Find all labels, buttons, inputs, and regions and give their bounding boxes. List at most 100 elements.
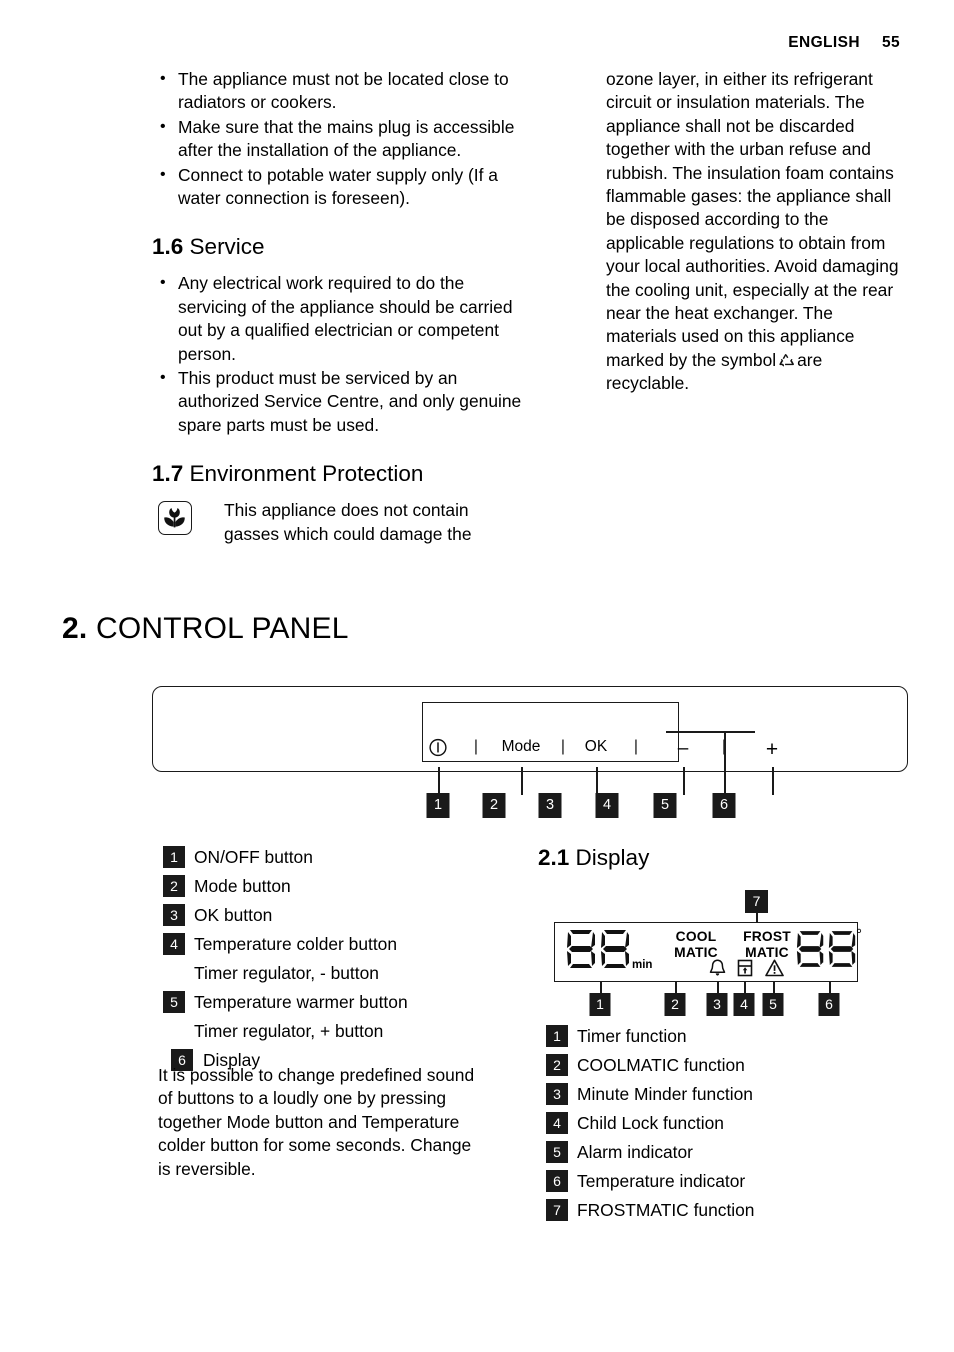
separator: |: [633, 738, 639, 755]
tulip-flower-icon: [158, 501, 192, 536]
callout-5: 5: [653, 793, 677, 818]
service-bullet-list: Any electrical work required to do the s…: [152, 271, 524, 437]
manual-page: ENGLISH55 The appliance must not be loca…: [0, 0, 954, 1352]
sound-change-note: It is possible to change predefined soun…: [158, 1065, 475, 1179]
header-page-number: 55: [881, 34, 900, 51]
legend-number: 1: [163, 846, 185, 868]
legend-number: 6: [546, 1170, 568, 1192]
section-number: 1.6: [152, 234, 184, 260]
section-heading-service: 1.6 Service: [152, 232, 524, 262]
child-lock-icon: [737, 959, 753, 982]
installation-bullet-list: The appliance must not be located close …: [152, 67, 524, 210]
timer-digits: [566, 928, 632, 975]
legend-label: FROSTMATIC function: [577, 1200, 755, 1220]
callout-1: 1: [426, 793, 450, 818]
frostmatic-label: FROST MATIC: [732, 929, 802, 960]
list-item: Make sure that the mains plug is accessi…: [152, 115, 524, 163]
chapter-number: 2.: [62, 612, 88, 645]
section-number: 1.7: [152, 461, 184, 487]
control-panel-diagram: | Mode | OK | – | + 1 2 3 4 5 6: [152, 686, 908, 818]
legend-item: 7 FROSTMATIC function: [546, 1196, 876, 1225]
coolmatic-line1: COOL: [675, 929, 717, 944]
legend-number: 3: [546, 1083, 568, 1105]
ok-button[interactable]: OK: [585, 738, 607, 756]
legend-item: 1 ON/OFF button: [163, 843, 503, 872]
control-panel-legend: 1 ON/OFF button 2 Mode button 3 OK butto…: [163, 843, 503, 1075]
list-item: This product must be serviced by an auth…: [152, 366, 524, 437]
callout-2: 2: [482, 793, 506, 818]
legend-item: 3 Minute Minder function: [546, 1080, 876, 1109]
legend-label: Minute Minder function: [577, 1084, 753, 1104]
legend-item-sub: Timer regulator, - button: [163, 959, 503, 988]
display-callout-2: 2: [664, 993, 686, 1016]
callout-stem: [744, 982, 746, 993]
legend-number: 5: [163, 991, 185, 1013]
legend-label: Temperature indicator: [577, 1171, 746, 1191]
legend-item: 6 Temperature indicator: [546, 1167, 876, 1196]
legend-number: 7: [546, 1199, 568, 1221]
warning-triangle-icon: [765, 959, 784, 982]
legend-label: Timer regulator, + button: [194, 1021, 384, 1041]
environment-note-text: This appliance does not contain gasses w…: [224, 500, 472, 544]
right-column: ozone layer, in either its refrigerant c…: [606, 68, 906, 396]
callout-stem: [675, 982, 677, 993]
bell-icon: [709, 959, 726, 982]
temperature-warmer-button[interactable]: +: [766, 738, 778, 762]
callout-stem: [829, 982, 831, 993]
display-callout-3: 3: [706, 993, 728, 1016]
legend-label: COOLMATIC function: [577, 1055, 745, 1075]
environment-continuation: ozone layer, in either its refrigerant c…: [606, 68, 906, 396]
legend-label: Temperature colder button: [194, 934, 398, 954]
degree-symbol: °: [856, 926, 862, 943]
callout-3: 3: [538, 793, 562, 818]
display-callout-5: 5: [762, 993, 784, 1016]
callout-6: 6: [712, 793, 736, 818]
callout-stem: [773, 982, 775, 993]
section-title: Environment Protection: [189, 461, 424, 487]
section-heading-display: 2.1 Display: [538, 845, 649, 871]
timer-unit-label: min: [632, 959, 653, 971]
onoff-button[interactable]: [429, 738, 448, 759]
temperature-colder-button[interactable]: –: [678, 738, 689, 760]
recycling-icon: [778, 352, 795, 369]
separator: |: [560, 738, 566, 755]
legend-item: 2 COOLMATIC function: [546, 1051, 876, 1080]
legend-number: 4: [163, 933, 185, 955]
legend-label: Timer regulator, - button: [194, 963, 379, 983]
display-callout-6: 6: [818, 993, 840, 1016]
callout-stem: [521, 767, 523, 795]
legend-label: OK button: [194, 905, 273, 925]
legend-number: 3: [163, 904, 185, 926]
legend-number: 5: [546, 1141, 568, 1163]
legend-item: 2 Mode button: [163, 872, 503, 901]
frostmatic-line2: MATIC: [745, 944, 789, 960]
header-language: ENGLISH: [788, 34, 860, 51]
coolmatic-line2: MATIC: [674, 944, 718, 960]
legend-item: 5 Temperature warmer button: [163, 988, 503, 1017]
legend-item: 5 Alarm indicator: [546, 1138, 876, 1167]
mode-button[interactable]: Mode: [502, 738, 541, 756]
temperature-digits: [796, 928, 858, 975]
callout-stem: [600, 982, 602, 993]
legend-label: Temperature warmer button: [194, 992, 408, 1012]
legend-label: ON/OFF button: [194, 847, 313, 867]
section-heading-environment: 1.7 Environment Protection: [152, 459, 524, 489]
environment-continuation-text: ozone layer, in either its refrigerant c…: [606, 69, 899, 370]
legend-number: 4: [546, 1112, 568, 1134]
legend-number: 2: [546, 1054, 568, 1076]
legend-item: 3 OK button: [163, 901, 503, 930]
legend-label: Timer function: [577, 1026, 687, 1046]
callout-stem: [717, 982, 719, 993]
display-legend: 1 Timer function 2 COOLMATIC function 3 …: [546, 1022, 876, 1225]
section-title: Service: [189, 234, 265, 260]
list-item: The appliance must not be located close …: [152, 67, 524, 115]
legend-item: 1 Timer function: [546, 1022, 876, 1051]
callout-7: 7: [745, 890, 768, 913]
legend-label: Child Lock function: [577, 1113, 724, 1133]
page-header: ENGLISH 55: [788, 34, 900, 52]
display-callout-4: 4: [733, 993, 755, 1016]
control-panel-display-area: [422, 702, 679, 762]
callout-stem: [772, 767, 774, 795]
environment-note: This appliance does not contain gasses w…: [152, 499, 524, 546]
section-number: 2.1: [538, 845, 570, 870]
